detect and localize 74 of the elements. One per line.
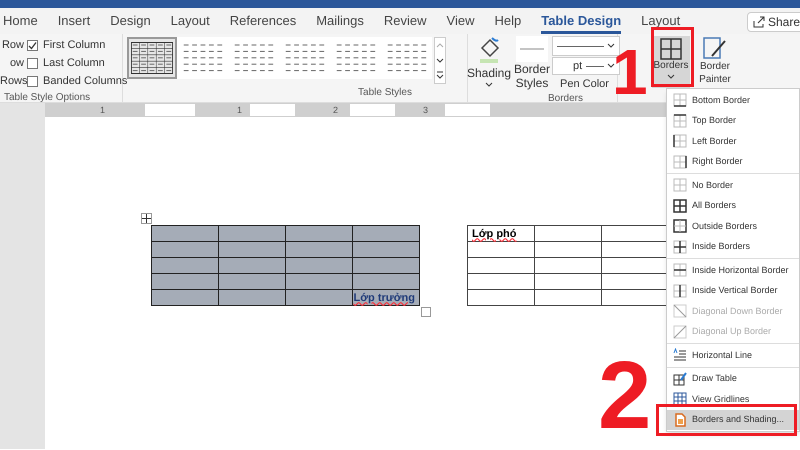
checkbox[interactable] — [27, 76, 38, 87]
menu-item[interactable]: Inside Horizontal Border — [667, 260, 799, 280]
resize-handle[interactable] — [421, 307, 431, 317]
document-icon — [673, 412, 687, 427]
gallery-scroll[interactable] — [434, 37, 446, 84]
menu-item[interactable]: Bottom Border — [667, 90, 799, 110]
move-handle-icon[interactable] — [141, 213, 152, 224]
border-styles-button[interactable]: Border Styles — [514, 36, 550, 92]
menu-item[interactable]: View Gridlines — [667, 389, 799, 410]
top-border-icon — [673, 114, 687, 128]
ruler-number: 1 — [100, 104, 106, 117]
ribbon-tab[interactable]: Review — [384, 8, 427, 34]
menu-item[interactable]: Horizontal Line — [667, 345, 799, 366]
all-borders-icon — [673, 198, 687, 213]
ribbon-tab[interactable]: Insert — [58, 8, 90, 34]
ribbon-tab[interactable]: View — [446, 8, 474, 34]
right-border-icon — [673, 154, 687, 169]
ribbon-tab[interactable]: Layout — [170, 8, 210, 34]
caret-icon — [485, 82, 493, 88]
group-label: Table Styles — [357, 86, 413, 100]
left-border-icon — [673, 134, 687, 148]
ruler-number: 2 — [333, 104, 338, 117]
bottom-border-icon — [673, 93, 687, 108]
ribbon-tab[interactable]: References — [230, 8, 296, 34]
gridlines-icon — [673, 392, 687, 406]
table-style-thumbnail[interactable] — [127, 37, 177, 79]
checkbox-row[interactable]: First Column — [27, 37, 128, 54]
checkbox-label: Row — [0, 38, 24, 53]
table-cell: Lớp phó — [468, 226, 534, 242]
menu-item[interactable]: Inside Vertical Border — [667, 280, 799, 301]
draw-table-icon — [673, 372, 687, 386]
menu-item[interactable]: Draw Table — [667, 368, 799, 389]
group-label: Table Style Options — [3, 91, 92, 105]
ribbon-tab[interactable]: Help — [494, 8, 522, 34]
no-border-icon — [673, 178, 687, 192]
diagonal-up-icon — [673, 324, 687, 339]
outside-borders-icon — [673, 219, 687, 234]
menu-item[interactable]: Outside Borders — [667, 216, 799, 236]
checkbox-label: ow — [8, 56, 24, 71]
checkbox[interactable] — [27, 58, 38, 69]
checkbox[interactable] — [27, 40, 38, 51]
menu-item[interactable]: Right Border — [667, 152, 799, 172]
share-icon — [752, 16, 765, 28]
menu-item[interactable]: Left Border — [667, 131, 799, 152]
ribbon-tab[interactable]: Mailings — [316, 8, 364, 34]
table-cell: Lớp trưởng — [352, 290, 420, 306]
caret-icon — [607, 43, 615, 49]
menu-item[interactable]: Top Border — [667, 110, 799, 131]
menu-item[interactable]: Borders and Shading... — [667, 410, 799, 430]
shading-button[interactable]: Shading — [468, 34, 510, 102]
share-button[interactable]: Share — [746, 12, 800, 32]
border-painter-icon — [702, 36, 728, 60]
checkmark-icon — [28, 41, 37, 50]
group-label: Borders — [546, 92, 584, 106]
inside-vertical-border-icon — [673, 284, 687, 298]
caret-icon — [667, 74, 675, 80]
ribbon-tab[interactable]: Layout — [641, 8, 680, 34]
ribbon-tab[interactable]: Design — [110, 8, 151, 34]
inside-borders-icon — [673, 240, 687, 254]
diagonal-down-icon — [673, 304, 687, 318]
horizontal-line-icon — [673, 348, 687, 362]
caret-icon — [607, 63, 615, 69]
highlight-frame — [651, 27, 694, 87]
inside-horizontal-border-icon — [673, 263, 687, 278]
step-number: 2 — [598, 348, 652, 444]
menu-item[interactable]: No Border — [667, 175, 799, 196]
all-borders-icon — [660, 38, 682, 60]
ribbon-tab[interactable]: Home — [3, 8, 38, 34]
checkbox-row[interactable]: Last Column — [27, 55, 128, 72]
ruler-number: 1 — [237, 104, 242, 117]
menu-item[interactable]: All Borders — [667, 196, 799, 216]
checkbox-row[interactable]: Banded Columns — [27, 73, 128, 90]
menu-item[interactable]: Inside Borders — [667, 236, 799, 257]
ruler-number: 3 — [423, 104, 428, 117]
